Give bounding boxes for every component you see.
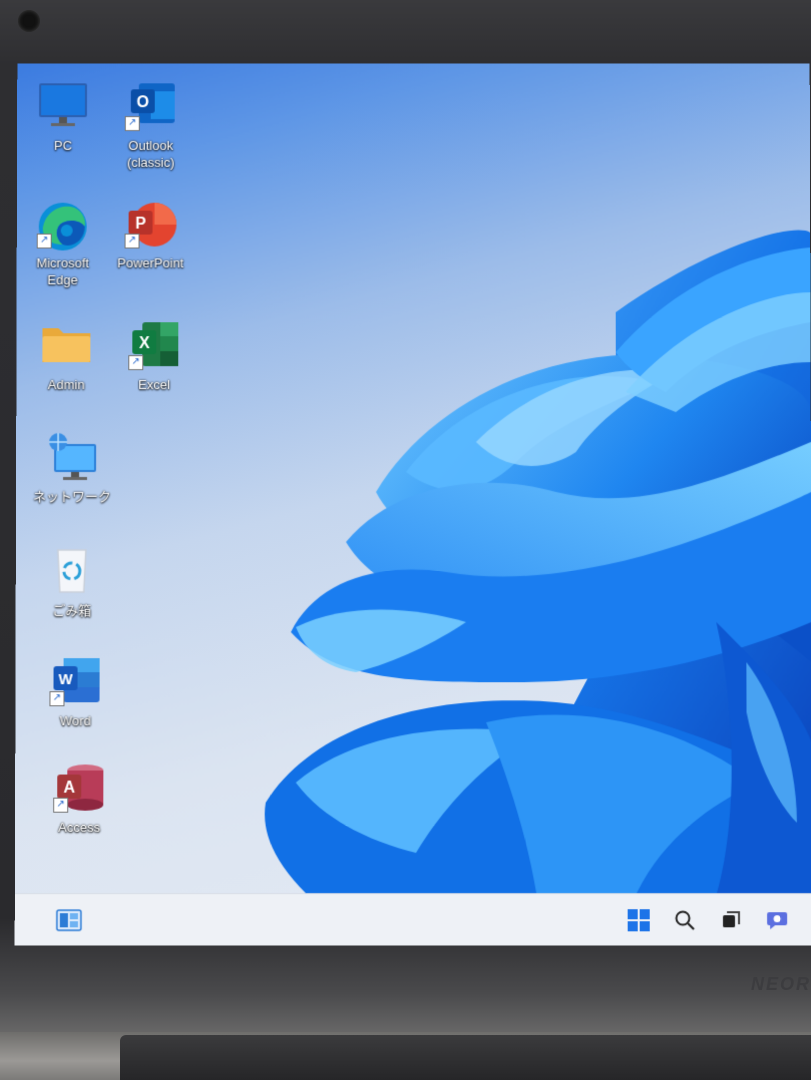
desktop-icon-network[interactable]: ネットワーク	[30, 432, 114, 505]
task-view-icon	[722, 909, 742, 931]
desktop-icon-access[interactable]: A ↗ Access	[37, 762, 121, 835]
outlook-icon: O ↗	[123, 81, 179, 132]
desktop-icon-label: ネットワーク	[32, 489, 112, 504]
svg-text:O: O	[137, 94, 149, 111]
svg-text:W: W	[58, 671, 73, 688]
desktop-icon-edge[interactable]: ↗ Microsoft Edge	[21, 199, 105, 289]
edge-icon: ↗	[35, 199, 91, 251]
desktop-icon-label: Admin	[47, 377, 85, 393]
shortcut-arrow-icon: ↗	[49, 691, 65, 707]
search-button[interactable]	[671, 906, 699, 934]
folder-icon	[38, 320, 94, 368]
wallpaper-bloom	[264, 230, 811, 894]
desktop-icon-label: Outlook (classic)	[126, 138, 175, 170]
powerpoint-icon: P ↗	[123, 199, 179, 249]
recycle-bin-icon	[44, 546, 100, 594]
desktop-icon-label: Word	[59, 713, 91, 729]
desktop-icon-label: Access	[58, 819, 101, 835]
task-view-button[interactable]	[717, 906, 745, 934]
network-icon	[44, 432, 100, 481]
shortcut-arrow-icon: ↗	[124, 233, 140, 249]
desktop-icon-pc[interactable]: PC	[21, 81, 105, 154]
access-icon: A ↗	[51, 762, 107, 813]
desktop-icon-admin-folder[interactable]: Admin	[24, 320, 108, 393]
search-icon	[674, 909, 696, 931]
excel-icon: X ↗	[126, 320, 182, 371]
desktop-icon-label: PC	[53, 138, 72, 153]
taskbar	[14, 893, 811, 946]
svg-text:P: P	[135, 216, 146, 233]
desktop-icon-label: Microsoft Edge	[36, 255, 89, 288]
desktop-screen: PC O ↗ Outlook (classic) ↗ Microsoft Edg…	[14, 63, 811, 946]
laptop-hinge	[120, 1035, 811, 1080]
laptop-brand-logo: NEOR	[750, 974, 811, 994]
desktop-icon-label: Excel	[138, 377, 171, 393]
shortcut-arrow-icon: ↗	[124, 116, 140, 132]
word-icon: W ↗	[47, 656, 103, 707]
chat-icon	[767, 912, 788, 930]
svg-text:A: A	[63, 780, 75, 797]
windows-start-icon	[627, 909, 650, 932]
start-button[interactable]	[625, 906, 653, 934]
desktop-icon-recycle-bin[interactable]: ごみ箱	[30, 546, 114, 619]
desktop-icon-excel[interactable]: X ↗ Excel	[112, 320, 196, 393]
desktop-icon-label: PowerPoint	[117, 255, 184, 271]
desktop-icon-label: ごみ箱	[52, 603, 92, 619]
shortcut-arrow-icon: ↗	[53, 797, 69, 813]
webcam	[18, 10, 40, 32]
monitor-icon	[35, 81, 91, 129]
shortcut-arrow-icon: ↗	[128, 355, 144, 371]
shortcut-arrow-icon: ↗	[36, 233, 52, 249]
widgets-button[interactable]	[55, 906, 83, 934]
desktop-icon-powerpoint[interactable]: P ↗ PowerPoint	[109, 199, 193, 272]
svg-text:X: X	[139, 335, 150, 352]
widgets-icon	[56, 909, 82, 931]
chat-button[interactable]	[763, 906, 791, 934]
desktop-icon-outlook[interactable]: O ↗ Outlook (classic)	[109, 81, 193, 170]
desktop-icon-word[interactable]: W ↗ Word	[33, 656, 117, 729]
